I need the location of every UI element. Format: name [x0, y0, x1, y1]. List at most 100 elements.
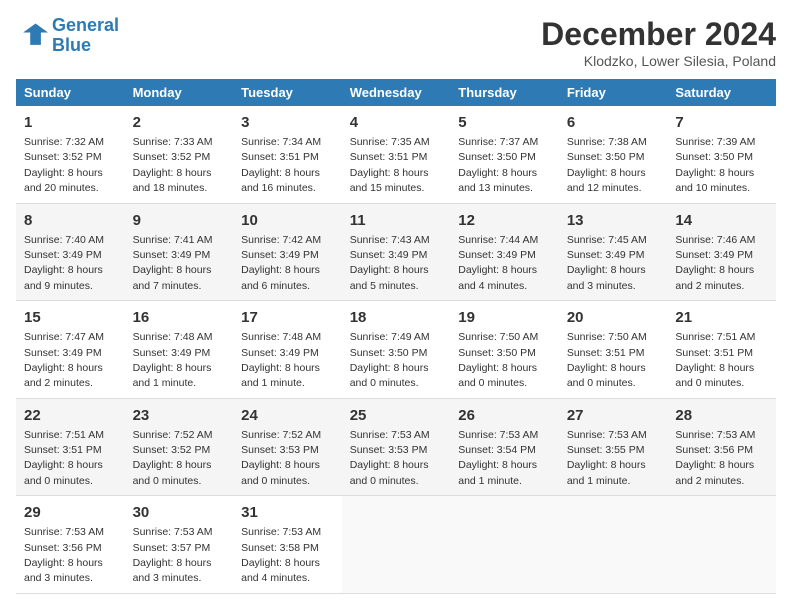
col-header-wednesday: Wednesday — [342, 79, 451, 106]
day-info: Sunrise: 7:53 AMSunset: 3:53 PMDaylight:… — [350, 429, 430, 487]
day-cell: 26 Sunrise: 7:53 AMSunset: 3:54 PMDayligh… — [450, 398, 559, 496]
day-info: Sunrise: 7:52 AMSunset: 3:53 PMDaylight:… — [241, 429, 321, 487]
day-info: Sunrise: 7:50 AMSunset: 3:50 PMDaylight:… — [458, 331, 538, 389]
logo: General Blue — [16, 16, 119, 56]
day-cell: 14 Sunrise: 7:46 AMSunset: 3:49 PMDayligh… — [667, 203, 776, 301]
day-number: 30 — [133, 502, 226, 523]
day-info: Sunrise: 7:33 AMSunset: 3:52 PMDaylight:… — [133, 136, 213, 194]
day-cell — [342, 496, 451, 594]
day-cell: 4 Sunrise: 7:35 AMSunset: 3:51 PMDaylight… — [342, 106, 451, 203]
col-header-tuesday: Tuesday — [233, 79, 342, 106]
month-title: December 2024 — [541, 16, 776, 53]
week-row-4: 22Sunrise: 7:51 AMSunset: 3:51 PMDayligh… — [16, 398, 776, 496]
day-cell: 17 Sunrise: 7:48 AMSunset: 3:49 PMDayligh… — [233, 301, 342, 399]
day-number: 21 — [675, 307, 768, 328]
day-info: Sunrise: 7:52 AMSunset: 3:52 PMDaylight:… — [133, 429, 213, 487]
day-number: 12 — [458, 210, 551, 231]
day-info: Sunrise: 7:47 AMSunset: 3:49 PMDaylight:… — [24, 331, 104, 389]
day-number: 13 — [567, 210, 660, 231]
day-number: 26 — [458, 405, 551, 426]
day-cell: 30 Sunrise: 7:53 AMSunset: 3:57 PMDayligh… — [125, 496, 234, 594]
day-number: 9 — [133, 210, 226, 231]
day-info: Sunrise: 7:37 AMSunset: 3:50 PMDaylight:… — [458, 136, 538, 194]
week-row-2: 8Sunrise: 7:40 AMSunset: 3:49 PMDaylight… — [16, 203, 776, 301]
day-cell — [450, 496, 559, 594]
day-cell — [559, 496, 668, 594]
day-info: Sunrise: 7:53 AMSunset: 3:56 PMDaylight:… — [675, 429, 755, 487]
day-number: 6 — [567, 112, 660, 133]
day-number: 3 — [241, 112, 334, 133]
day-number: 15 — [24, 307, 117, 328]
day-cell: 31 Sunrise: 7:53 AMSunset: 3:58 PMDayligh… — [233, 496, 342, 594]
day-cell: 20 Sunrise: 7:50 AMSunset: 3:51 PMDayligh… — [559, 301, 668, 399]
calendar-table: SundayMondayTuesdayWednesdayThursdayFrid… — [16, 79, 776, 594]
day-cell: 24Sunrise: 7:52 AMSunset: 3:53 PMDayligh… — [233, 398, 342, 496]
day-cell: 3 Sunrise: 7:34 AMSunset: 3:51 PMDaylight… — [233, 106, 342, 203]
day-info: Sunrise: 7:35 AMSunset: 3:51 PMDaylight:… — [350, 136, 430, 194]
day-cell: 15 Sunrise: 7:47 AMSunset: 3:49 PMDayligh… — [16, 301, 125, 399]
week-row-5: 29 Sunrise: 7:53 AMSunset: 3:56 PMDayligh… — [16, 496, 776, 594]
day-number: 1 — [24, 112, 117, 133]
day-number: 22 — [24, 405, 117, 426]
day-cell: 2Sunrise: 7:33 AMSunset: 3:52 PMDaylight… — [125, 106, 234, 203]
day-cell: 1 Sunrise: 7:32 AMSunset: 3:52 PMDaylight… — [16, 106, 125, 203]
header: General Blue December 2024 Klodzko, Lowe… — [16, 16, 776, 69]
day-info: Sunrise: 7:34 AMSunset: 3:51 PMDaylight:… — [241, 136, 321, 194]
day-cell: 16 Sunrise: 7:48 AMSunset: 3:49 PMDayligh… — [125, 301, 234, 399]
day-cell: 25 Sunrise: 7:53 AMSunset: 3:53 PMDayligh… — [342, 398, 451, 496]
day-number: 16 — [133, 307, 226, 328]
title-area: December 2024 Klodzko, Lower Silesia, Po… — [541, 16, 776, 69]
day-number: 27 — [567, 405, 660, 426]
day-number: 17 — [241, 307, 334, 328]
col-header-sunday: Sunday — [16, 79, 125, 106]
day-info: Sunrise: 7:45 AMSunset: 3:49 PMDaylight:… — [567, 234, 647, 292]
day-number: 7 — [675, 112, 768, 133]
day-info: Sunrise: 7:32 AMSunset: 3:52 PMDaylight:… — [24, 136, 104, 194]
day-cell: 27 Sunrise: 7:53 AMSunset: 3:55 PMDayligh… — [559, 398, 668, 496]
day-cell: 8Sunrise: 7:40 AMSunset: 3:49 PMDaylight… — [16, 203, 125, 301]
day-info: Sunrise: 7:43 AMSunset: 3:49 PMDaylight:… — [350, 234, 430, 292]
day-number: 25 — [350, 405, 443, 426]
day-number: 10 — [241, 210, 334, 231]
day-info: Sunrise: 7:42 AMSunset: 3:49 PMDaylight:… — [241, 234, 321, 292]
logo-line1: General — [52, 15, 119, 35]
day-number: 4 — [350, 112, 443, 133]
day-cell: 9 Sunrise: 7:41 AMSunset: 3:49 PMDaylight… — [125, 203, 234, 301]
day-info: Sunrise: 7:53 AMSunset: 3:56 PMDaylight:… — [24, 526, 104, 584]
day-info: Sunrise: 7:46 AMSunset: 3:49 PMDaylight:… — [675, 234, 755, 292]
day-number: 29 — [24, 502, 117, 523]
day-info: Sunrise: 7:50 AMSunset: 3:51 PMDaylight:… — [567, 331, 647, 389]
calendar-body: 1 Sunrise: 7:32 AMSunset: 3:52 PMDaylight… — [16, 106, 776, 593]
day-info: Sunrise: 7:49 AMSunset: 3:50 PMDaylight:… — [350, 331, 430, 389]
day-number: 19 — [458, 307, 551, 328]
day-number: 11 — [350, 210, 443, 231]
day-cell — [667, 496, 776, 594]
day-cell: 22Sunrise: 7:51 AMSunset: 3:51 PMDayligh… — [16, 398, 125, 496]
day-info: Sunrise: 7:48 AMSunset: 3:49 PMDaylight:… — [241, 331, 321, 389]
day-number: 14 — [675, 210, 768, 231]
day-number: 18 — [350, 307, 443, 328]
day-cell: 19 Sunrise: 7:50 AMSunset: 3:50 PMDayligh… — [450, 301, 559, 399]
day-info: Sunrise: 7:41 AMSunset: 3:49 PMDaylight:… — [133, 234, 213, 292]
day-number: 20 — [567, 307, 660, 328]
day-info: Sunrise: 7:53 AMSunset: 3:58 PMDaylight:… — [241, 526, 321, 584]
day-info: Sunrise: 7:44 AMSunset: 3:49 PMDaylight:… — [458, 234, 538, 292]
day-number: 31 — [241, 502, 334, 523]
col-header-saturday: Saturday — [667, 79, 776, 106]
logo-text: General Blue — [52, 16, 119, 56]
day-cell: 23Sunrise: 7:52 AMSunset: 3:52 PMDayligh… — [125, 398, 234, 496]
day-info: Sunrise: 7:51 AMSunset: 3:51 PMDaylight:… — [675, 331, 755, 389]
day-number: 8 — [24, 210, 117, 231]
col-header-monday: Monday — [125, 79, 234, 106]
logo-line2: Blue — [52, 35, 91, 55]
day-info: Sunrise: 7:38 AMSunset: 3:50 PMDaylight:… — [567, 136, 647, 194]
day-info: Sunrise: 7:53 AMSunset: 3:55 PMDaylight:… — [567, 429, 647, 487]
day-info: Sunrise: 7:48 AMSunset: 3:49 PMDaylight:… — [133, 331, 213, 389]
week-row-3: 15 Sunrise: 7:47 AMSunset: 3:49 PMDayligh… — [16, 301, 776, 399]
day-cell: 28Sunrise: 7:53 AMSunset: 3:56 PMDayligh… — [667, 398, 776, 496]
day-info: Sunrise: 7:53 AMSunset: 3:54 PMDaylight:… — [458, 429, 538, 487]
day-cell: 7Sunrise: 7:39 AMSunset: 3:50 PMDaylight… — [667, 106, 776, 203]
day-cell: 11 Sunrise: 7:43 AMSunset: 3:49 PMDayligh… — [342, 203, 451, 301]
col-header-friday: Friday — [559, 79, 668, 106]
day-info: Sunrise: 7:53 AMSunset: 3:57 PMDaylight:… — [133, 526, 213, 584]
